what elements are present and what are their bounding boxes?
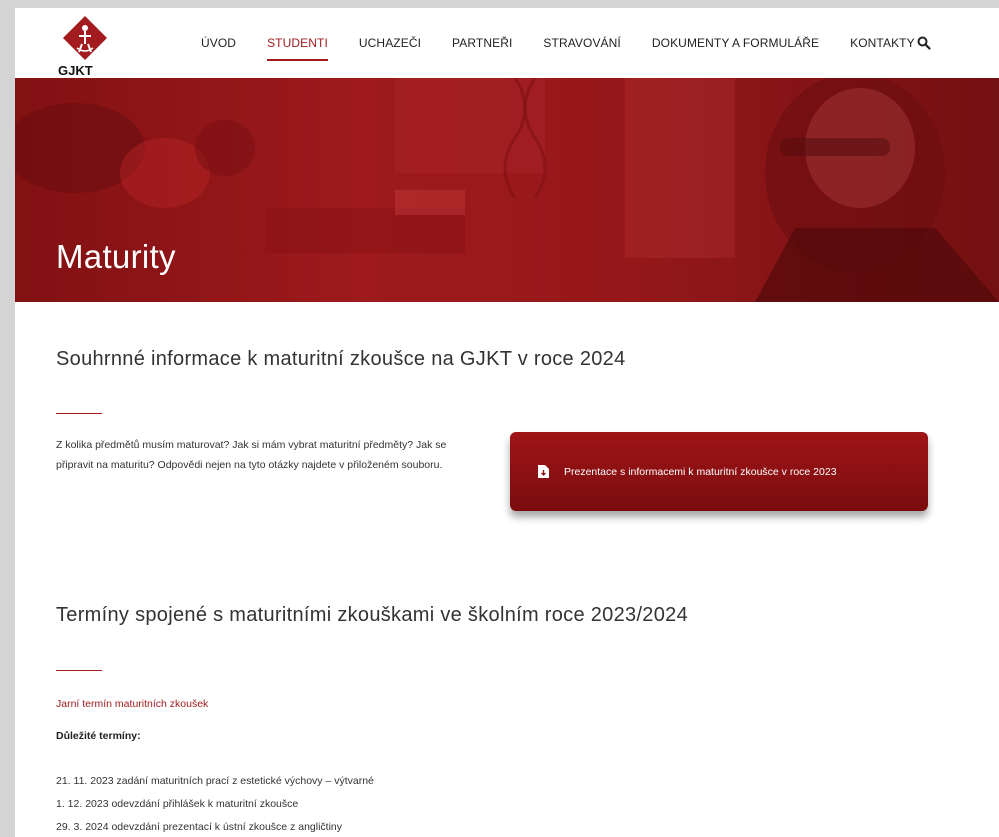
nav-item-studenti[interactable]: STUDENTI: [267, 36, 328, 61]
spring-term-heading: Jarní termín maturitních zkoušek: [56, 698, 209, 710]
nav-item-stravovani[interactable]: STRAVOVÁNÍ: [543, 36, 620, 50]
nav-item-partneri[interactable]: PARTNEŘI: [452, 36, 512, 50]
list-item: 1. 12. 2023 odevzdání přihlášek k maturi…: [56, 798, 299, 810]
nav-item-uvod[interactable]: ÚVOD: [201, 36, 236, 50]
list-item: 29. 3. 2024 odevzdání prezentací k ústní…: [56, 821, 343, 833]
nav-item-dokumenty[interactable]: DOKUMENTY A FORMULÁŘE: [652, 36, 819, 50]
site-header: GJKT ÚVOD STUDENTI UCHAZEČI PARTNEŘI STR…: [15, 8, 999, 78]
main-nav: ÚVOD STUDENTI UCHAZEČI PARTNEŘI STRAVOVÁ…: [201, 36, 946, 61]
section-heading-dates: Termíny spojené s maturitními zkouškami …: [56, 604, 688, 626]
intro-text: Z kolika předmětů musím maturovat? Jak s…: [56, 439, 447, 471]
list-item: 21. 11. 2023 zadání maturitních prací z …: [56, 775, 374, 787]
heading-divider: [56, 413, 102, 414]
file-download-icon: [538, 465, 549, 478]
svg-text:GJKT: GJKT: [58, 63, 93, 76]
presentation-download-button[interactable]: Prezentace s informacemi k maturitní zko…: [510, 432, 928, 511]
heading-divider: [56, 670, 102, 671]
section-heading-summary: Souhrnné informace k maturitní zkoušce n…: [56, 348, 626, 370]
presentation-button-label: Prezentace s informacemi k maturitní zko…: [564, 465, 837, 478]
nav-item-uchazeci[interactable]: UCHAZEČI: [359, 36, 421, 50]
page: GJKT ÚVOD STUDENTI UCHAZEČI PARTNEŘI STR…: [15, 8, 999, 837]
nav-item-kontakty[interactable]: KONTAKTY: [850, 36, 915, 50]
gjkt-logo[interactable]: GJKT: [55, 14, 115, 78]
search-icon[interactable]: [917, 36, 931, 50]
hero-banner: Maturity: [15, 78, 999, 302]
page-title: Maturity: [56, 238, 176, 275]
important-dates-label: Důležité termíny:: [56, 730, 141, 742]
